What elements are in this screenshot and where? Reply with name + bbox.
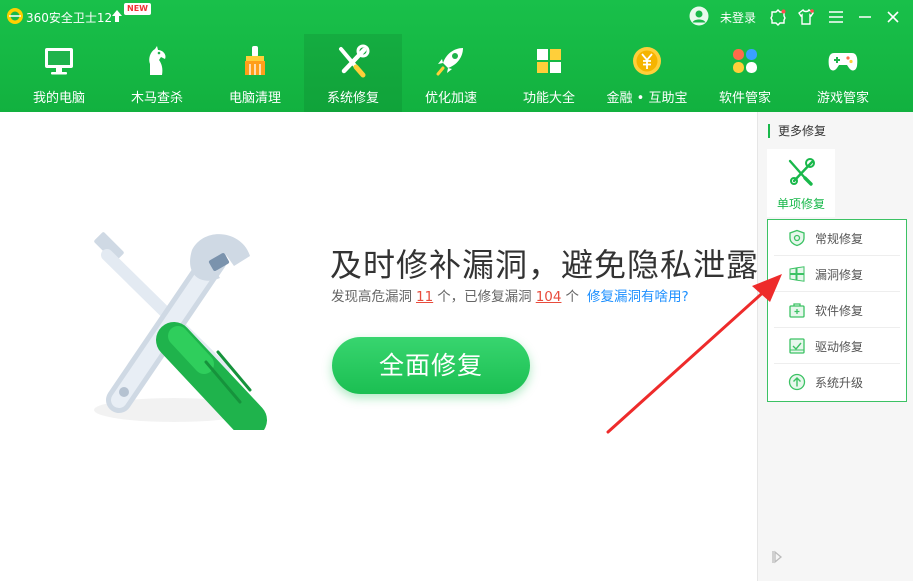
grid-icon — [537, 49, 561, 73]
app-header: 360安全卫士12 NEW 未登录 我的电脑 木马查杀 电脑清理 系统修复 优化… — [0, 0, 913, 112]
single-repair-button[interactable]: 单项修复 — [767, 149, 835, 217]
monitor-icon — [45, 48, 73, 75]
nav-item-finance[interactable]: 金融 • 互助宝 — [598, 34, 696, 112]
menu-item-software-repair[interactable]: 软件修复 — [774, 292, 900, 328]
nav-item-my-computer[interactable]: 我的电脑 — [10, 34, 108, 112]
nav-item-trojan-scan[interactable]: 木马查杀 — [108, 34, 206, 112]
toolbox-icon — [789, 303, 805, 318]
nav-item-software-manager[interactable]: 软件管家 — [696, 34, 794, 112]
app-logo-icon — [7, 8, 23, 24]
nav-item-game-manager[interactable]: 游戏管家 — [794, 34, 892, 112]
login-status[interactable]: 未登录 — [720, 9, 756, 26]
vulnerability-summary: 发现高危漏洞 11 个，已修复漏洞 104 个修复漏洞有啥用? — [331, 289, 689, 305]
repair-tools-illustration — [94, 232, 267, 430]
nav-item-system-repair[interactable]: 系统修复 — [304, 34, 402, 112]
shield-icon — [789, 229, 805, 247]
main-nav: 我的电脑 木马查杀 电脑清理 系统修复 优化加速 功能大全 金融 • 互助宝 软… — [0, 34, 913, 112]
title-bar: 360安全卫士12 NEW 未登录 — [0, 0, 913, 34]
menu-icon[interactable] — [827, 8, 845, 26]
skin-shirt-icon[interactable] — [797, 8, 815, 26]
user-avatar-icon[interactable] — [689, 6, 709, 26]
menu-item-general-repair[interactable]: 常规修复 — [774, 220, 900, 256]
menu-item-vulnerability-repair[interactable]: 漏洞修复 — [774, 256, 900, 292]
close-icon[interactable] — [884, 8, 902, 26]
notification-icon[interactable] — [769, 8, 787, 26]
chip-icon — [789, 338, 805, 354]
upgrade-arrow-icon — [788, 373, 806, 391]
wrench-screwdriver-icon — [788, 158, 815, 186]
minimize-icon[interactable] — [856, 8, 874, 26]
update-arrow-icon[interactable] — [111, 9, 123, 23]
gamepad-icon — [828, 53, 858, 71]
menu-item-driver-repair[interactable]: 驱动修复 — [774, 328, 900, 364]
high-risk-count[interactable]: 11 — [416, 289, 433, 305]
fixed-count[interactable]: 104 — [536, 289, 562, 305]
new-badge: NEW — [124, 3, 151, 15]
nav-item-cleanup[interactable]: 电脑清理 — [206, 34, 304, 112]
more-repair-sidebar: 更多修复 单项修复 常规修复 漏洞修复 软件修复 驱动修复 系统升级 — [757, 112, 913, 581]
horse-icon — [149, 46, 166, 75]
sidebar-title: 更多修复 — [768, 124, 826, 138]
help-link[interactable]: 修复漏洞有啥用? — [587, 289, 689, 305]
flower-grid-icon — [733, 49, 757, 73]
wrench-screwdriver-icon — [339, 44, 370, 78]
collapse-sidebar-icon[interactable] — [771, 550, 783, 564]
coin-yuan-icon — [633, 47, 661, 75]
full-repair-button[interactable]: 全面修复 — [332, 337, 530, 394]
menu-item-system-upgrade[interactable]: 系统升级 — [774, 364, 900, 400]
repair-type-menu: 常规修复 漏洞修复 软件修复 驱动修复 系统升级 — [767, 219, 907, 402]
nav-item-optimize[interactable]: 优化加速 — [402, 34, 500, 112]
windows-icon — [789, 266, 805, 282]
app-title: 360安全卫士12 — [26, 11, 113, 25]
broom-icon — [245, 46, 265, 75]
nav-item-all-features[interactable]: 功能大全 — [500, 34, 598, 112]
rocket-icon — [436, 48, 463, 76]
hero-title: 及时修补漏洞，避免隐私泄露 — [330, 246, 760, 284]
